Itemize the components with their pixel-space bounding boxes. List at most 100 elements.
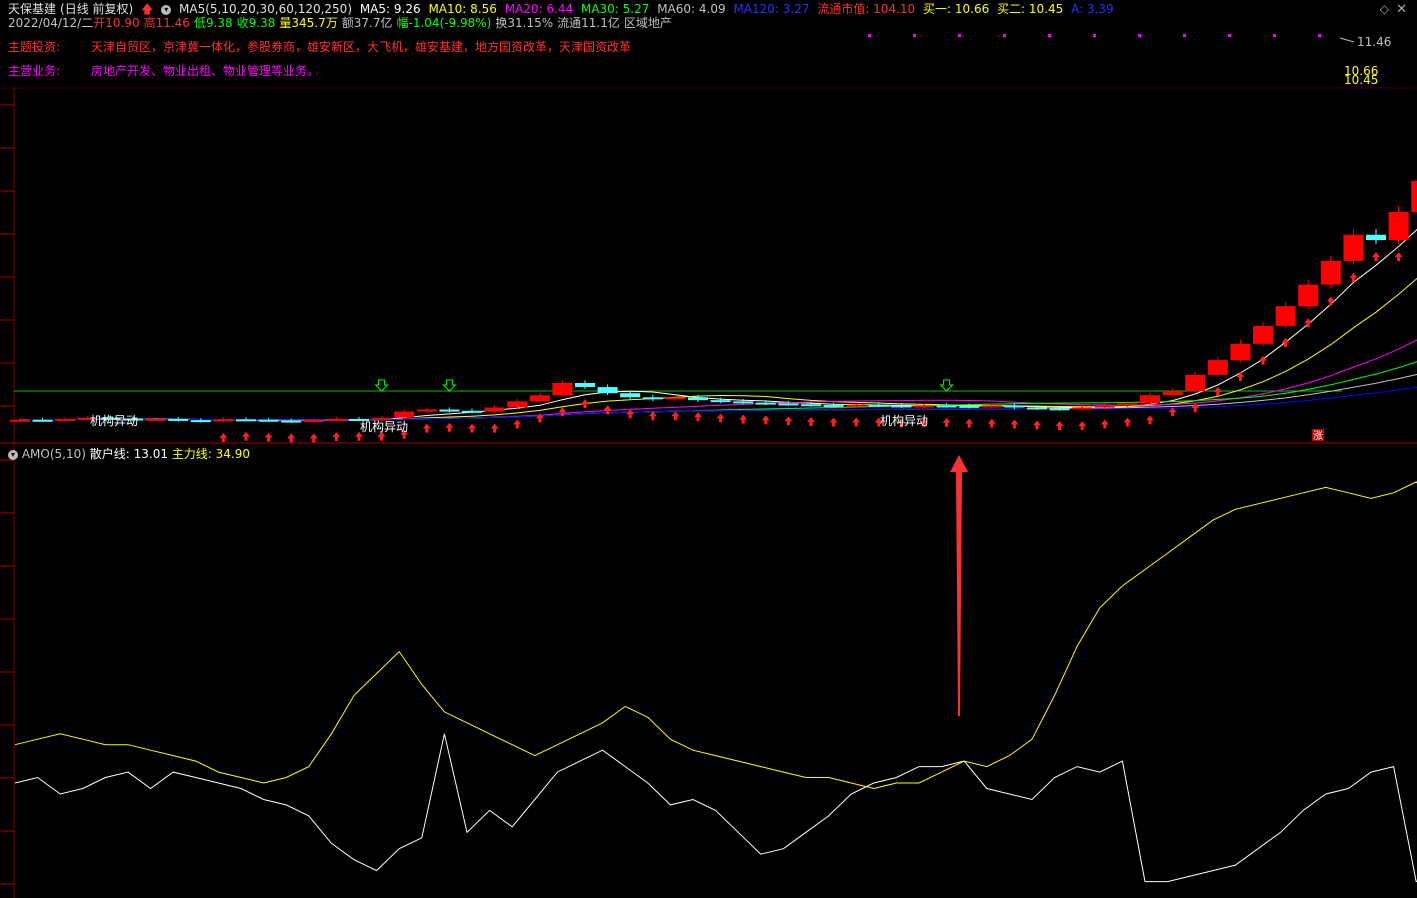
price-high-pointer (1339, 37, 1355, 43)
ma120-value: MA120: 3.27 (733, 2, 810, 16)
bar-amount: 额37.7亿 (341, 16, 393, 30)
candle-body (1027, 407, 1047, 410)
ma5-value: MA5: 9.26 (359, 2, 421, 16)
buy-arrow-icon (1123, 417, 1132, 427)
candle-body (1298, 284, 1319, 307)
candle-body (733, 401, 754, 404)
buy2: 买二: 10.45 (997, 2, 1064, 16)
candle-body (168, 418, 189, 421)
buy-arrow-icon (264, 432, 273, 442)
marker-dot (1003, 34, 1006, 37)
amo-pane (14, 455, 1417, 883)
candle-body (1094, 405, 1115, 408)
candle-body (1253, 325, 1273, 344)
candle-body (1185, 374, 1206, 392)
buy-arrow-icon (1191, 403, 1200, 413)
price-high-label: 11.46 (1357, 35, 1391, 49)
candle-body (710, 400, 731, 403)
buy-arrow-icon (965, 418, 974, 428)
bar-date: 2022/04/12/二 (8, 16, 94, 30)
candle-body (10, 419, 30, 422)
signal-arrow-icon (939, 379, 954, 392)
candle-body (213, 419, 234, 422)
ma20-line (19, 339, 1417, 421)
dropdown-icon[interactable]: ▾ (8, 449, 18, 460)
buy-arrow-icon (1033, 420, 1041, 430)
candle-body (868, 404, 889, 407)
marker-dot (1183, 34, 1186, 37)
marker-dot (868, 34, 871, 37)
institution-label: 机构异动 (90, 413, 138, 428)
marker-dot (913, 34, 916, 37)
zhang-label: 涨 (1313, 430, 1323, 442)
buy-arrow-icon (1236, 372, 1245, 382)
candle-body (778, 403, 799, 406)
candle-body (484, 407, 505, 412)
candle-body (936, 405, 957, 408)
buy-arrow-icon (1372, 252, 1380, 262)
bar-close: 收9.38 (236, 16, 276, 30)
candle-body (1411, 180, 1417, 212)
ma10-value: MA10: 8.56 (428, 2, 497, 16)
buy-arrow-icon (242, 431, 250, 441)
ma10-line (19, 277, 1417, 421)
buy-arrow-icon (445, 422, 454, 432)
candle-body (529, 395, 550, 402)
main-line-value: 主力线: 34.90 (171, 447, 251, 461)
buy-arrow-icon (581, 399, 589, 409)
main-line (14, 481, 1417, 790)
bar-float: 流通11.1亿 (557, 16, 620, 30)
a-value: A: 3.39 (1071, 2, 1114, 16)
candle-body (665, 397, 686, 400)
header-row-1: 天保基建 (日线 前复权) 🡅 ▾ MA5(5,10,20,30,60,120,2… (8, 2, 1118, 16)
signal-arrow-icon (374, 379, 389, 392)
signal-arrow-icon (442, 379, 457, 392)
buy-arrow-icon (1326, 296, 1335, 306)
candle-body (1343, 234, 1364, 261)
candle-body (462, 410, 482, 413)
ma20-value: MA20: 6.44 (504, 2, 574, 16)
amo-header: ▾ AMO(5,10) 散户线: 13.01 主力线: 34.90 (8, 445, 250, 462)
marker-dot (1138, 34, 1141, 37)
buy1: 买一: 10.66 (923, 2, 990, 16)
candle-body (258, 419, 279, 422)
candle-body (55, 418, 76, 421)
candle-body (801, 404, 821, 407)
close-icon[interactable]: ✕ (1396, 2, 1407, 17)
candle-body (823, 405, 844, 408)
buy-arrow-icon (1100, 419, 1109, 429)
buy-arrow-icon (829, 417, 838, 427)
bar-low: 低9.38 (193, 16, 233, 30)
stock-name[interactable]: 天保基建 (8, 2, 56, 16)
candle-body (1140, 395, 1160, 404)
diamond-icon[interactable]: ◇ (1380, 2, 1389, 16)
period-label[interactable]: (日线 前复权) (60, 2, 133, 16)
amo-title[interactable]: AMO(5,10) (22, 447, 86, 461)
candle-body (416, 409, 437, 412)
candle-body (597, 387, 618, 394)
buy-arrow-icon (1394, 252, 1403, 262)
marker-dot (958, 34, 961, 37)
candle-body (1230, 343, 1251, 361)
ma5-line (19, 228, 1417, 421)
candle-body (959, 405, 980, 408)
buy-arrow-icon (1281, 337, 1290, 347)
candle-body (145, 418, 166, 421)
annotation-arrow-icon (950, 455, 968, 716)
candle-body (1366, 234, 1386, 241)
buy-arrow-icon (987, 418, 996, 428)
buy-arrow-icon (1055, 421, 1064, 431)
chart-grid (0, 87, 1417, 898)
candle-body (32, 419, 53, 422)
buy-arrow-icon (490, 423, 499, 433)
candle-body (981, 405, 1002, 408)
candle-body (1207, 360, 1228, 375)
candle-body (552, 383, 573, 396)
candle-body (303, 420, 324, 423)
ma60-value: MA60: 4.09 (657, 2, 726, 16)
candle-body (1275, 306, 1296, 326)
ma-title[interactable]: MA5(5,10,20,30,60,120,250) (179, 2, 352, 16)
buy-arrow-icon (648, 411, 657, 421)
business-row: 主营业务: 房地产开发、物业出租、物业管理等业务。 (8, 62, 319, 79)
dropdown-icon[interactable]: ▾ (161, 4, 172, 15)
